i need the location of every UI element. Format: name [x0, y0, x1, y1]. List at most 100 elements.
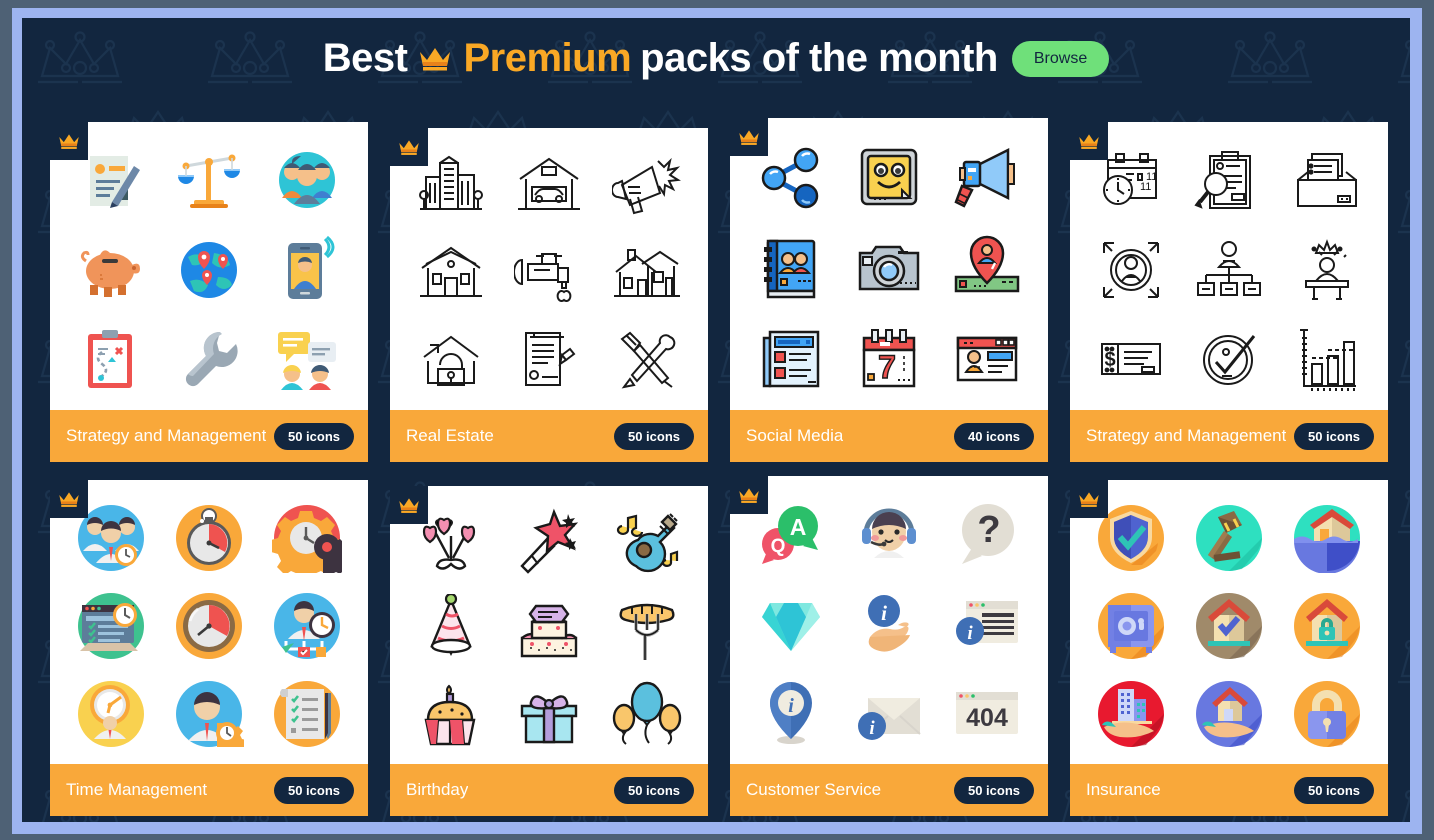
icon-grid: QA ? i i i i 404	[730, 476, 1048, 764]
wrench-icon	[166, 316, 252, 402]
card-footer: Strategy and Management 50 icons	[1070, 410, 1388, 462]
svg-text:11: 11	[1140, 181, 1151, 193]
error-404-icon: 404	[944, 670, 1030, 756]
premium-crown-icon	[50, 122, 88, 160]
page-frame: Best Premium packs of the month Browse S…	[12, 8, 1422, 834]
card-footer: Insurance 50 icons	[1070, 764, 1388, 816]
page-header: Best Premium packs of the month Browse	[22, 36, 1410, 81]
pack-title: Strategy and Management	[66, 426, 267, 445]
gift-box-icon	[506, 672, 592, 758]
stopwatch-icon	[166, 495, 252, 581]
magic-wand-icon	[506, 500, 592, 586]
contacts-book-icon	[748, 225, 834, 311]
premium-crown-icon	[730, 476, 768, 514]
padlock-icon	[1284, 671, 1370, 757]
org-chart-icon	[1186, 227, 1272, 313]
pack-card[interactable]: Insurance 50 icons	[1070, 480, 1388, 816]
browse-button[interactable]: Browse	[1011, 40, 1110, 77]
house-icon	[408, 230, 494, 316]
icon-grid: 11 11 $	[1070, 122, 1388, 410]
house-lock-circle-icon	[1284, 583, 1370, 669]
icon-count-badge: 50 icons	[273, 776, 354, 804]
pack-card[interactable]: 7 Social Media 40 icons	[730, 118, 1048, 462]
camera-icon	[846, 225, 932, 311]
svg-text:A: A	[790, 514, 807, 540]
icon-count-badge: 50 icons	[273, 422, 354, 450]
pack-title: Insurance	[1086, 780, 1161, 799]
chat-people-icon	[264, 316, 350, 402]
hammer-screwdriver-icon	[604, 317, 690, 403]
info-envelope-icon: i	[846, 670, 932, 756]
clipboard-route-icon	[68, 316, 154, 402]
cheque-dollar-icon: $	[1088, 316, 1174, 402]
house-hand-icon	[1186, 671, 1272, 757]
pack-title: Time Management	[66, 780, 208, 799]
premium-crown-icon	[390, 128, 428, 166]
screen-root: Best Premium packs of the month Browse S…	[0, 0, 1434, 840]
megaphone-icon	[604, 143, 690, 229]
pack-card[interactable]: QA ? i i i i 404 Customer Service 50 ico…	[730, 476, 1048, 816]
smiley-sticker-icon	[846, 134, 932, 220]
target-person-icon	[1088, 227, 1174, 313]
guitar-music-icon	[604, 500, 690, 586]
pack-title: Social Media	[746, 426, 844, 445]
pack-card[interactable]: Time Management 50 icons	[50, 480, 368, 816]
gavel-icon	[1186, 495, 1272, 581]
svg-text:i: i	[967, 623, 973, 644]
icon-grid	[390, 486, 708, 764]
pack-grid: Strategy and Management 50 icons Real Es…	[50, 110, 1390, 816]
flood-house-icon	[1284, 495, 1370, 581]
pack-title: Strategy and Management	[1086, 426, 1287, 445]
browser-clock-icon	[68, 583, 154, 669]
pack-card[interactable]: 11 11 $ Strategy and Management 50 icons	[1070, 122, 1388, 462]
icon-count-badge: 50 icons	[1293, 776, 1374, 804]
diamond-icon	[748, 581, 834, 667]
building-hand-icon	[1088, 671, 1174, 757]
crown-icon	[418, 46, 452, 72]
svg-text:i: i	[869, 718, 875, 739]
svg-text:?: ?	[977, 509, 1000, 551]
speed-clock-icon	[68, 671, 154, 757]
pack-title: Customer Service	[746, 780, 882, 799]
premium-crown-icon	[730, 118, 768, 156]
faucet-drip-icon	[506, 230, 592, 316]
team-group-icon	[264, 138, 350, 224]
safe-vault-icon	[1088, 583, 1174, 669]
premium-crown-icon	[1070, 480, 1108, 518]
headset-agent-icon	[846, 492, 932, 578]
info-window-icon: i	[944, 581, 1030, 667]
globe-pins-icon	[166, 227, 252, 313]
bar-chart-icon	[1284, 316, 1370, 402]
pack-card[interactable]: Real Estate 50 icons	[390, 128, 708, 462]
calendar-seven-icon: 7	[846, 316, 932, 402]
card-footer: Birthday 50 icons	[390, 764, 708, 816]
news-article-icon	[748, 316, 834, 402]
page-stage: Best Premium packs of the month Browse S…	[22, 18, 1410, 822]
icon-grid	[1070, 480, 1388, 764]
card-footer: Time Management 50 icons	[50, 764, 368, 816]
clipboard-search-icon	[1186, 138, 1272, 224]
info-pin-icon: i	[748, 670, 834, 756]
svg-text:i: i	[788, 695, 794, 717]
title-text-highlight: Premium	[463, 36, 632, 80]
icon-grid	[50, 480, 368, 764]
svg-text:404: 404	[966, 704, 1008, 732]
contract-pen-icon	[506, 317, 592, 403]
checklist-pen-icon	[264, 671, 350, 757]
icon-count-badge: 50 icons	[1293, 422, 1374, 450]
icon-count-badge: 50 icons	[613, 776, 694, 804]
pack-card[interactable]: Birthday 50 icons	[390, 486, 708, 816]
icon-count-badge: 50 icons	[613, 422, 694, 450]
balloons-icon	[604, 672, 690, 758]
info-hand-icon: i	[846, 581, 932, 667]
leader-podium-icon	[1284, 227, 1370, 313]
pack-card[interactable]: Strategy and Management 50 icons	[50, 122, 368, 462]
manager-gear-icon	[166, 671, 252, 757]
pack-title: Birthday	[406, 780, 469, 799]
check-circle-icon	[1186, 316, 1272, 402]
question-bubble-icon: ?	[944, 492, 1030, 578]
person-schedule-icon	[264, 583, 350, 669]
cupcake-candle-icon	[408, 672, 494, 758]
house-check-icon	[1186, 583, 1272, 669]
piggy-bank-icon	[68, 227, 154, 313]
